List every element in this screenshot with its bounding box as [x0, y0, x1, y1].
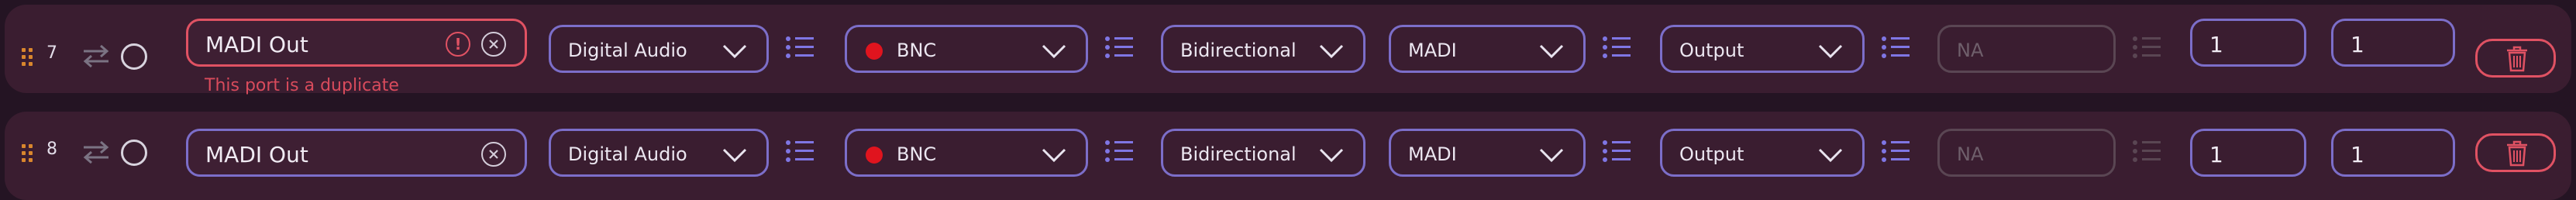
direction-value: Bidirectional: [1180, 143, 1297, 165]
na-select: NA: [1937, 129, 2116, 177]
close-circle-icon[interactable]: [481, 32, 506, 57]
chevron-down-icon: [1319, 44, 1344, 59]
connector-dot: [866, 43, 883, 60]
list-options-icon: [2133, 140, 2161, 163]
duplicate-error-message: This port is a duplicate: [205, 76, 399, 95]
format-select[interactable]: MADI: [1389, 129, 1586, 177]
connector-value: BNC: [897, 40, 937, 61]
list-options-icon[interactable]: [1603, 140, 1631, 163]
channel-start-value: 1: [2209, 32, 2223, 57]
list-options-icon: [2133, 36, 2161, 59]
channel-count-value: 1: [2350, 32, 2364, 57]
signal-type-select[interactable]: Digital Audio: [549, 25, 769, 73]
row-index: 8: [46, 140, 57, 159]
chevron-down-icon: [1539, 44, 1564, 59]
chevron-down-icon: [1042, 44, 1066, 59]
drag-handle-icon[interactable]: [22, 48, 34, 70]
io-mode-value: Output: [1679, 40, 1744, 61]
channel-count-input[interactable]: 1: [2331, 19, 2455, 67]
chevron-down-icon: [1319, 148, 1344, 163]
format-select[interactable]: MADI: [1389, 25, 1586, 73]
format-value: MADI: [1408, 143, 1457, 165]
chevron-down-icon: [1818, 148, 1843, 163]
delete-row-button[interactable]: [2475, 39, 2556, 78]
port-name-input[interactable]: MADI Out !: [186, 19, 527, 67]
chevron-down-icon: [722, 44, 747, 59]
list-options-icon[interactable]: [1603, 36, 1631, 59]
delete-row-button[interactable]: [2475, 133, 2556, 172]
channel-start-input[interactable]: 1: [2190, 129, 2306, 177]
na-value: NA: [1957, 143, 1984, 165]
port-name-value: MADI Out: [205, 32, 308, 57]
trash-icon: [2507, 46, 2527, 72]
list-options-icon[interactable]: [1105, 140, 1133, 163]
direction-select[interactable]: Bidirectional: [1161, 25, 1365, 73]
io-mode-select[interactable]: Output: [1660, 129, 1865, 177]
close-circle-icon[interactable]: [481, 142, 506, 167]
signal-type-value: Digital Audio: [568, 143, 687, 165]
row-index: 7: [46, 43, 57, 63]
chevron-down-icon: [722, 148, 747, 163]
signal-type-select[interactable]: Digital Audio: [549, 129, 769, 177]
list-options-icon[interactable]: [1105, 36, 1133, 59]
na-value: NA: [1957, 40, 1984, 61]
connector-dot: [866, 147, 883, 164]
row-select-radio[interactable]: [121, 140, 147, 166]
list-options-icon[interactable]: [1882, 140, 1910, 163]
list-options-icon[interactable]: [786, 140, 814, 163]
connector-value: BNC: [897, 143, 937, 165]
port-name-value: MADI Out: [205, 142, 308, 167]
channel-start-input[interactable]: 1: [2190, 19, 2306, 67]
swap-arrows-icon[interactable]: [81, 136, 112, 167]
row-select-radio[interactable]: [121, 43, 147, 70]
list-options-icon[interactable]: [1882, 36, 1910, 59]
channel-count-value: 1: [2350, 142, 2364, 167]
direction-value: Bidirectional: [1180, 40, 1297, 61]
signal-type-value: Digital Audio: [568, 40, 687, 61]
format-value: MADI: [1408, 40, 1457, 61]
connector-select[interactable]: BNC: [845, 129, 1088, 177]
chevron-down-icon: [1818, 44, 1843, 59]
channel-count-input[interactable]: 1: [2331, 129, 2455, 177]
na-select: NA: [1937, 25, 2116, 73]
io-mode-value: Output: [1679, 143, 1744, 165]
swap-arrows-icon[interactable]: [81, 40, 112, 71]
drag-handle-icon[interactable]: [22, 144, 34, 166]
exclamation-circle-icon: !: [446, 32, 470, 57]
port-row: 8 MADI Out Digital Audio BNC Bidirection…: [5, 112, 2571, 200]
io-mode-select[interactable]: Output: [1660, 25, 1865, 73]
direction-select[interactable]: Bidirectional: [1161, 129, 1365, 177]
port-name-input[interactable]: MADI Out: [186, 129, 527, 177]
port-row: 7 MADI Out ! This port is a duplicate Di…: [5, 5, 2571, 95]
trash-icon: [2507, 140, 2527, 167]
chevron-down-icon: [1539, 148, 1564, 163]
channel-start-value: 1: [2209, 142, 2223, 167]
connector-select[interactable]: BNC: [845, 25, 1088, 73]
chevron-down-icon: [1042, 148, 1066, 163]
list-options-icon[interactable]: [786, 36, 814, 59]
